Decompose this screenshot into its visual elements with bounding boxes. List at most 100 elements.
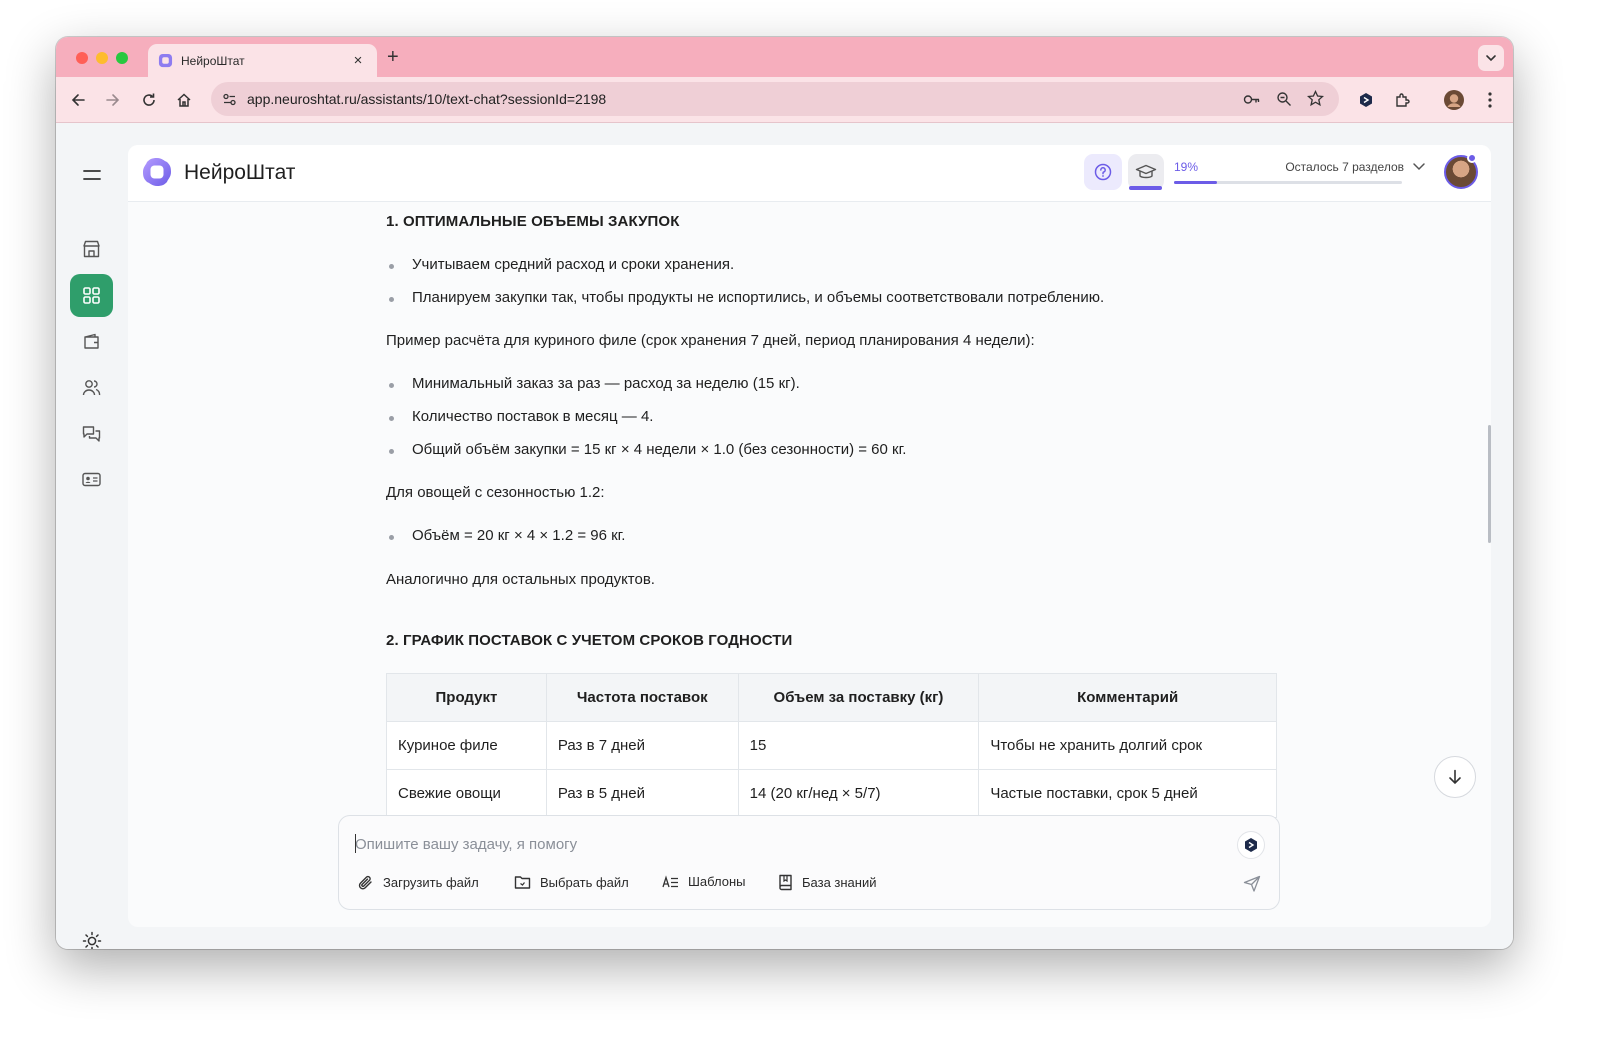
browser-tab[interactable]: НейроШтат ×	[148, 44, 377, 77]
main-panel: НейроШтат 19% Осталось 7 разделов 1. ОПТ…	[128, 145, 1491, 927]
assistant-mode-button[interactable]	[1237, 831, 1265, 859]
sidebar-item-id-card[interactable]	[70, 458, 113, 501]
sidebar-item-chats[interactable]	[70, 412, 113, 455]
hexagon-extension-icon	[1360, 93, 1372, 107]
site-settings-icon[interactable]	[222, 92, 237, 107]
back-button[interactable]	[67, 89, 89, 111]
text-caret	[355, 834, 356, 853]
table-cell: 15	[737, 721, 980, 770]
table-cell: Раз в 5 дней	[545, 769, 739, 818]
table-row: Куриное филе Раз в 7 дней 15 Чтобы не хр…	[386, 721, 1277, 770]
more-vertical-icon	[1488, 92, 1492, 108]
scroll-to-bottom-button[interactable]	[1434, 756, 1476, 798]
chevron-down-icon	[1486, 55, 1496, 62]
zoom-icon[interactable]	[1276, 91, 1292, 107]
paragraph: Пример расчёта для куриного филе (срок х…	[386, 332, 1035, 349]
paragraph: Для овощей с сезонностью 1.2:	[386, 484, 605, 501]
close-tab-icon[interactable]: ×	[349, 52, 367, 69]
minimize-window-button[interactable]	[96, 52, 108, 64]
zoom-window-button[interactable]	[116, 52, 128, 64]
choose-file-label: Выбрать файл	[540, 874, 629, 890]
sidebar-item-store[interactable]	[70, 227, 113, 270]
users-icon	[82, 380, 101, 396]
book-icon	[779, 874, 792, 891]
neuroshtat-favicon-icon	[158, 53, 173, 68]
message-composer: Загрузить файл Выбрать файл Шаблоны База…	[338, 815, 1280, 910]
key-icon[interactable]	[1243, 92, 1261, 107]
app-root: НейроШтат 19% Осталось 7 разделов 1. ОПТ…	[56, 123, 1513, 949]
choose-file-button[interactable]: Выбрать файл	[514, 874, 629, 890]
column-header: Объем за поставку (кг)	[737, 673, 980, 722]
sun-icon	[82, 931, 102, 949]
browser-window: НейроШтат × + app.neuroshtat.ru/assistan…	[56, 37, 1513, 949]
send-icon	[1243, 875, 1261, 892]
assistants-grid-icon	[83, 287, 100, 304]
help-button[interactable]	[1084, 154, 1122, 190]
templates-button[interactable]: Шаблоны	[662, 874, 746, 889]
forward-button[interactable]	[102, 89, 124, 111]
list-item: Количество поставок в месяц — 4.	[386, 408, 653, 425]
column-header: Комментарий	[978, 673, 1277, 722]
sidebar-item-wallet[interactable]	[70, 320, 113, 363]
tab-strip: НейроШтат × +	[56, 37, 1513, 77]
knowledge-base-button[interactable]: База знаний	[778, 874, 877, 891]
browser-menu-button[interactable]	[1479, 89, 1501, 111]
upload-file-label: Загрузить файл	[383, 875, 479, 890]
paperclip-icon	[358, 875, 372, 890]
sidebar-item-users[interactable]	[70, 366, 113, 409]
upload-file-button[interactable]: Загрузить файл	[357, 874, 479, 891]
id-card-icon	[82, 472, 101, 487]
url-text: app.neuroshtat.ru/assistants/10/text-cha…	[247, 91, 607, 107]
neuroshtat-logo-icon	[143, 158, 171, 186]
table-header-row: Продукт Частота поставок Объем за постав…	[386, 673, 1277, 722]
sidebar-menu-button[interactable]	[70, 153, 113, 196]
reload-button[interactable]	[138, 89, 160, 111]
send-button[interactable]	[1243, 875, 1261, 897]
list-item: Объём = 20 кг × 4 × 1.2 = 96 кг.	[386, 527, 625, 544]
home-icon	[177, 93, 191, 107]
table-cell: Частые поставки, срок 5 дней	[978, 769, 1277, 818]
extension-cube-button[interactable]	[1355, 89, 1377, 111]
address-bar[interactable]: app.neuroshtat.ru/assistants/10/text-cha…	[211, 82, 1339, 116]
tab-title: НейроШтат	[181, 53, 245, 68]
home-button[interactable]	[173, 89, 195, 111]
templates-icon	[662, 874, 678, 887]
graduation-cap-icon	[1135, 164, 1157, 179]
notification-dot	[1467, 153, 1477, 163]
delivery-schedule-table: Продукт Частота поставок Объем за постав…	[386, 673, 1277, 818]
progress-bar	[1174, 181, 1402, 184]
scrollbar-thumb[interactable]	[1488, 425, 1491, 543]
theme-toggle-button[interactable]	[82, 931, 102, 949]
table-row: Свежие овощи Раз в 5 дней 14 (20 кг/нед …	[386, 769, 1277, 818]
store-icon	[83, 240, 100, 257]
section-heading: 2. ГРАФИК ПОСТАВОК С УЧЕТОМ СРОКОВ ГОДНО…	[386, 632, 793, 649]
progress-bar-fill	[1174, 181, 1218, 184]
profile-avatar-icon	[1444, 90, 1464, 110]
progress-percent: 19%	[1174, 160, 1199, 174]
tab-search-button[interactable]	[1478, 45, 1504, 71]
star-bookmark-icon[interactable]	[1307, 90, 1324, 107]
reload-icon	[143, 93, 155, 106]
app-logo-text: НейроШтат	[184, 161, 296, 184]
new-tab-button[interactable]: +	[387, 46, 399, 69]
arrow-down-icon	[1449, 769, 1461, 785]
education-button[interactable]	[1128, 154, 1164, 190]
chevron-down-icon[interactable]	[1412, 159, 1426, 173]
puzzle-icon	[1395, 92, 1410, 107]
section-heading: 1. ОПТИМАЛЬНЫЕ ОБЪЕМЫ ЗАКУПОК	[386, 213, 680, 230]
education-active-indicator	[1129, 186, 1162, 190]
help-icon	[1094, 163, 1112, 181]
column-header: Частота поставок	[545, 673, 739, 722]
menu-icon	[82, 169, 101, 180]
sidebar-item-assistants[interactable]	[70, 274, 113, 317]
list-item: Планируем закупки так, чтобы продукты не…	[386, 289, 1104, 306]
extensions-button[interactable]	[1391, 89, 1413, 111]
profile-button[interactable]	[1443, 89, 1465, 111]
knowledge-base-label: База знаний	[802, 875, 877, 890]
list-item: Учитываем средний расход и сроки хранени…	[386, 256, 734, 273]
arrow-left-icon	[71, 94, 85, 106]
prompt-input[interactable]	[355, 832, 1215, 856]
hexagon-assistant-icon	[1245, 838, 1257, 852]
close-window-button[interactable]	[76, 52, 88, 64]
table-cell: Свежие овощи	[386, 769, 547, 818]
